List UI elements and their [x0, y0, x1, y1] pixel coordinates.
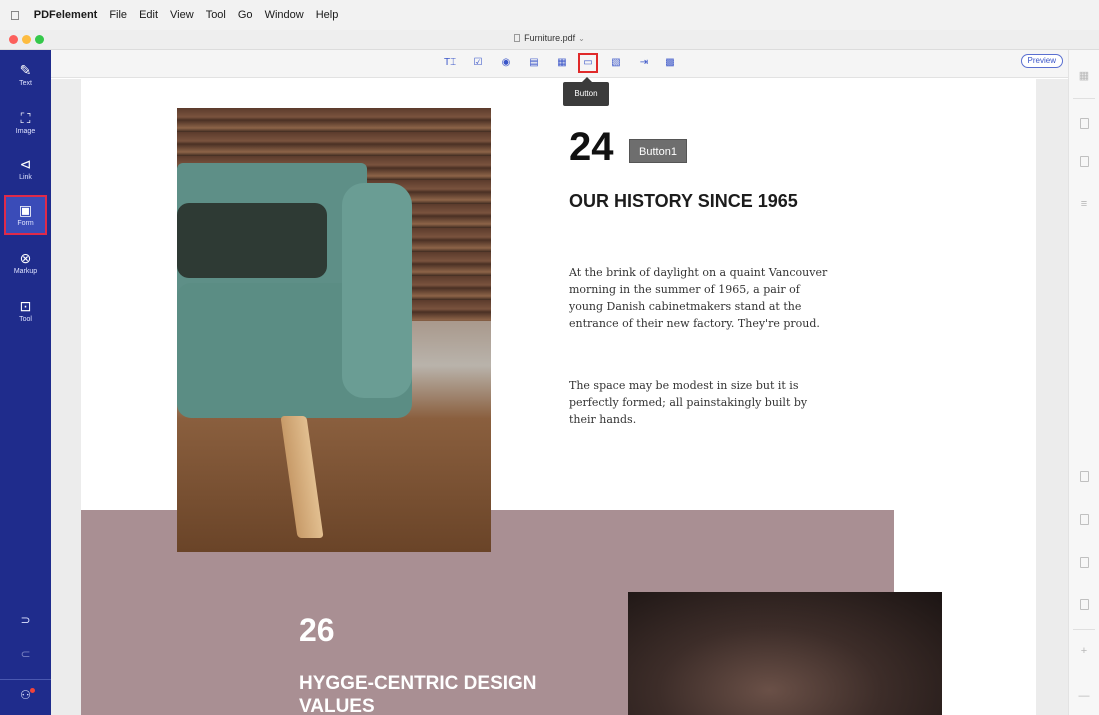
document-icon [514, 34, 521, 42]
text-field-tool[interactable]: T⌶ [444, 57, 456, 69]
preview-button[interactable]: Preview [1020, 54, 1063, 68]
sidebar-item-text[interactable]: ✎ Text [4, 57, 47, 97]
sofa-arm [342, 183, 412, 398]
sidebar-item-label: Form [17, 220, 34, 227]
menu-edit[interactable]: Edit [139, 9, 158, 21]
document-canvas[interactable]: 24 Button1 OUR HISTORY SINCE 1965 At the… [51, 79, 1068, 715]
form-data-icon[interactable] [1078, 471, 1090, 483]
form-button-field[interactable]: Button1 [629, 139, 687, 163]
thumbnails-icon[interactable]: ▦ [1078, 70, 1090, 82]
signature-tool[interactable]: ⇥ [638, 57, 650, 69]
list-box-tool[interactable]: ▦ [556, 57, 568, 69]
barcode-tool[interactable]: ▩ [664, 57, 676, 69]
floor-shading [177, 408, 491, 552]
menu-help[interactable]: Help [316, 9, 339, 21]
menu-tool[interactable]: Tool [206, 9, 226, 21]
sidebar-item-tool[interactable]: ⊡ Tool [4, 293, 47, 333]
checkbox-tool[interactable]: ☑ [472, 57, 484, 69]
title-bar: Furniture.pdf ⌄ [0, 30, 1099, 50]
sidebar-item-markup[interactable]: ⊗ Markup [4, 245, 47, 285]
right-sidebar: ▦ ≡ + — [1068, 50, 1099, 715]
image-icon: ⛶ [20, 110, 31, 126]
hygge-heading: HYGGE-CENTRIC DESIGN VALUES [299, 673, 537, 715]
sidebar-divider [0, 679, 51, 680]
document-title-text: Furniture.pdf [524, 33, 576, 43]
interior-photo [628, 592, 942, 715]
combo-box-tool[interactable]: ▤ [528, 57, 540, 69]
form-icon: ▣ [18, 202, 33, 218]
apple-icon[interactable]:  [10, 8, 20, 23]
form-toolbar: T⌶ ☑ ◉ ▤ ▦ ▭ ▧ ⇥ ▩ Preview [51, 50, 1068, 78]
left-sidebar: ✎ Text ⛶ Image ⊲ Link ▣ Form ⊗ Markup ⊡ … [0, 50, 51, 715]
pdf-page[interactable]: 24 Button1 OUR HISTORY SINCE 1965 At the… [81, 79, 1036, 715]
history-paragraph-2: The space may be modest in size but it i… [569, 379, 808, 426]
tool-icon: ⊡ [19, 298, 32, 314]
sidebar-item-image[interactable]: ⛶ Image [4, 105, 47, 145]
sidebar-item-label: Text [19, 80, 32, 87]
menu-app-name[interactable]: PDFelement [34, 9, 98, 21]
pen-icon: ✎ [19, 62, 32, 78]
outline-icon[interactable]: ≡ [1078, 198, 1090, 210]
bookmark-icon[interactable] [1078, 156, 1090, 168]
history-paragraph-1: At the brink of daylight on a quaint Van… [569, 266, 828, 330]
button-tooltip: Button [563, 77, 609, 106]
undo-icon[interactable]: ⊃ [0, 613, 51, 627]
sidebar-item-label: Link [19, 174, 32, 181]
menu-view[interactable]: View [170, 9, 194, 21]
import-icon[interactable] [1078, 514, 1090, 526]
zoom-in-icon[interactable]: + [1078, 645, 1090, 657]
user-account-button[interactable]: ⚇ [0, 688, 51, 702]
document-title[interactable]: Furniture.pdf ⌄ [0, 33, 1099, 43]
page-icon[interactable] [1078, 118, 1090, 130]
redo-icon[interactable]: ⊂ [0, 647, 51, 661]
clear-icon[interactable] [1078, 599, 1090, 611]
image-field-tool[interactable]: ▧ [610, 57, 622, 69]
sidebar-item-link[interactable]: ⊲ Link [4, 151, 47, 191]
menu-bar:  PDFelement File Edit View Tool Go Wind… [0, 0, 1099, 30]
section-number-26: 26 [299, 612, 335, 648]
chevron-down-icon[interactable]: ⌄ [578, 34, 585, 43]
export-icon[interactable] [1078, 557, 1090, 569]
section-number-24: 24 [569, 125, 614, 169]
sofa-photo [177, 108, 491, 552]
right-sidebar-divider [1073, 629, 1095, 630]
sofa-cushion [177, 203, 327, 278]
markup-icon: ⊗ [19, 250, 32, 266]
notification-dot [30, 688, 35, 693]
link-icon: ⊲ [19, 156, 32, 172]
sidebar-item-form[interactable]: ▣ Form [4, 195, 47, 235]
menu-window[interactable]: Window [265, 9, 304, 21]
menu-file[interactable]: File [109, 9, 127, 21]
sidebar-item-label: Markup [13, 268, 38, 275]
history-heading: OUR HISTORY SINCE 1965 [569, 191, 798, 211]
menu-go[interactable]: Go [238, 9, 253, 21]
right-sidebar-divider [1073, 98, 1095, 99]
zoom-out-icon[interactable]: — [1078, 690, 1090, 702]
sofa-leg [280, 416, 324, 538]
sidebar-item-label: Image [15, 128, 36, 135]
radio-button-tool[interactable]: ◉ [500, 57, 512, 69]
sidebar-item-label: Tool [19, 316, 32, 323]
button-tool[interactable]: ▭ [578, 53, 598, 73]
